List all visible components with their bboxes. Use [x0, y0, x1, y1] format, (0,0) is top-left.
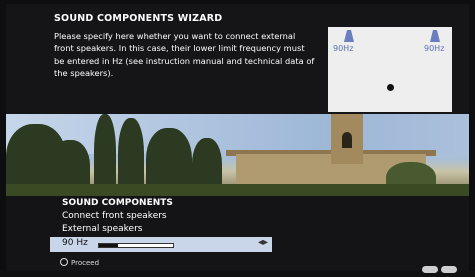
nav-back-pill-icon[interactable]	[422, 266, 438, 273]
right-speaker-frequency: 90Hz	[424, 44, 445, 53]
frequency-value: 90 Hz	[62, 238, 88, 248]
background-photo	[6, 114, 469, 196]
wizard-panel: SOUND COMPONENTS WIZARD Please specify h…	[6, 4, 469, 114]
frequency-slider-fill	[99, 244, 118, 247]
proceed-label: Proceed	[71, 259, 100, 267]
frequency-slider-row[interactable]: 90 Hz ◂▸	[50, 237, 272, 252]
right-speaker-icon	[428, 30, 442, 42]
proceed-option[interactable]: Proceed	[60, 258, 99, 267]
menu-item-external-speakers[interactable]: External speakers	[62, 224, 142, 234]
radio-dot-icon	[60, 258, 68, 266]
menu-title: SOUND COMPONENTS	[62, 198, 173, 208]
menu-item-connect-front-speakers[interactable]: Connect front speakers	[62, 211, 167, 221]
wizard-description: Please specify here whether you want to …	[54, 31, 315, 79]
listener-dot-icon	[387, 84, 394, 91]
tv-screen: SOUND COMPONENTS WIZARD Please specify h…	[0, 0, 475, 273]
sound-components-menu: SOUND COMPONENTS Connect front speakers …	[6, 196, 469, 273]
nav-forward-pill-icon[interactable]	[441, 266, 457, 273]
wizard-title: SOUND COMPONENTS WIZARD	[54, 13, 223, 24]
left-speaker-icon	[342, 30, 356, 42]
arrows-icon: ◂▸	[258, 237, 269, 248]
nav-buttons	[419, 258, 457, 277]
speaker-diagram: 90Hz 90Hz	[328, 27, 452, 112]
left-speaker-frequency: 90Hz	[333, 44, 354, 53]
frequency-slider[interactable]	[98, 243, 174, 248]
